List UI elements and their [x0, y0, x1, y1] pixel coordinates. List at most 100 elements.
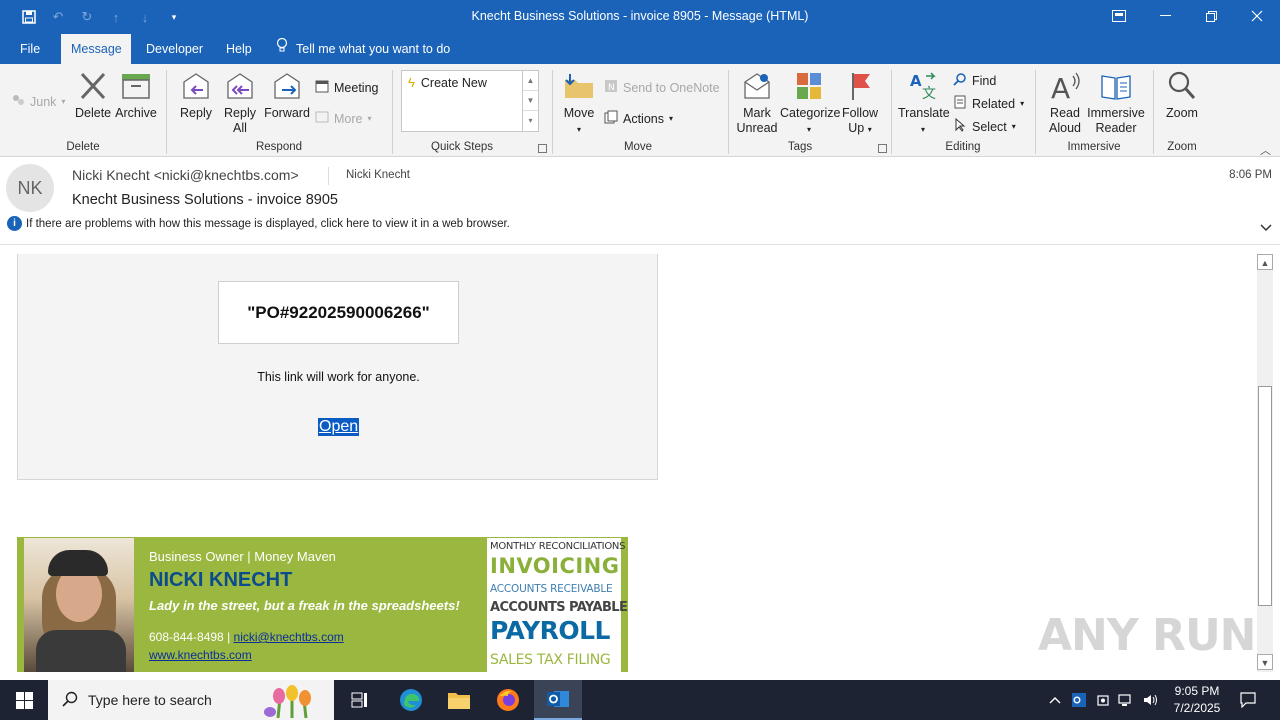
- search-icon: [953, 72, 967, 89]
- reply-all-button[interactable]: Reply All: [220, 70, 260, 136]
- ribbon-tabs: File Message Developer Help Tell me what…: [0, 34, 1280, 64]
- follow-up-button[interactable]: Follow Up ▾: [840, 70, 880, 137]
- more-respond-button[interactable]: More ▾: [315, 110, 372, 127]
- tab-message[interactable]: Message: [61, 34, 131, 64]
- quick-steps-gallery[interactable]: ϟ Create New ▲ ▼ ▾: [401, 70, 539, 132]
- chevron-down-icon[interactable]: [1260, 221, 1272, 235]
- actions-label: Actions: [623, 111, 664, 126]
- title-bar: ↶ ↻ ↑ ↓ ▾ Knecht Business Solutions - in…: [0, 0, 1280, 34]
- window-title: Knecht Business Solutions - invoice 8905…: [471, 9, 809, 23]
- svg-text:A: A: [1051, 72, 1070, 102]
- read-aloud-icon: A: [1051, 72, 1080, 102]
- related-button[interactable]: Related ▾: [953, 95, 1024, 112]
- message-scrollbar[interactable]: ▲ ▼: [1257, 254, 1273, 672]
- svg-text:N: N: [608, 83, 615, 93]
- tab-help[interactable]: Help: [216, 34, 262, 64]
- close-button[interactable]: [1234, 0, 1280, 32]
- file-explorer-icon[interactable]: [435, 680, 483, 720]
- zoom-button[interactable]: Zoom: [1162, 70, 1202, 121]
- group-tags-label: Tags: [787, 141, 813, 153]
- scroll-up-icon[interactable]: ▲: [523, 71, 538, 91]
- open-link[interactable]: Open: [318, 418, 360, 436]
- categorize-button[interactable]: Categorize ▾: [780, 70, 840, 137]
- network-icon[interactable]: [1116, 680, 1136, 720]
- lightning-icon: ϟ: [408, 75, 415, 90]
- system-clock[interactable]: 9:05 PM 7/2/2025: [1164, 683, 1230, 717]
- scrollbar-thumb[interactable]: [1258, 386, 1272, 606]
- send-to-onenote-button[interactable]: N Send to OneNote: [604, 79, 720, 96]
- forward-button[interactable]: Forward: [264, 70, 310, 121]
- firefox-icon[interactable]: [484, 680, 532, 720]
- quick-steps-launcher-icon[interactable]: [538, 144, 547, 153]
- actions-button[interactable]: Actions ▾: [604, 110, 673, 127]
- move-button[interactable]: Move ▾: [560, 70, 598, 137]
- quick-steps-scroll[interactable]: ▲ ▼ ▾: [522, 71, 538, 131]
- tab-developer[interactable]: Developer: [136, 34, 213, 64]
- follow-up-label-2: Up: [848, 121, 865, 135]
- tags-launcher-icon[interactable]: [878, 144, 887, 153]
- outlook-taskbar-icon[interactable]: [534, 680, 582, 720]
- volume-icon[interactable]: [1140, 680, 1160, 720]
- select-label: Select: [972, 119, 1007, 134]
- info-bar[interactable]: i If there are problems with how this me…: [7, 216, 510, 231]
- subject: Knecht Business Solutions - invoice 8905: [72, 192, 338, 208]
- chevron-down-icon: ▾: [669, 114, 674, 123]
- edge-icon[interactable]: [387, 680, 435, 720]
- tab-file[interactable]: File: [10, 34, 50, 64]
- scroll-down-icon[interactable]: ▼: [523, 91, 538, 111]
- calendar-icon: [315, 79, 329, 96]
- reply-all-label-2: All: [233, 121, 247, 135]
- mark-unread-label: Mark: [743, 106, 771, 120]
- flag-icon: [852, 73, 870, 100]
- reply-button[interactable]: Reply: [177, 70, 215, 121]
- service-item: INVOICING: [490, 554, 620, 578]
- group-separator: [1153, 70, 1154, 154]
- archive-button[interactable]: Archive: [115, 70, 157, 121]
- notifications-icon[interactable]: [1236, 680, 1260, 720]
- share-card: "PO#92202590006266" This link will work …: [17, 254, 658, 480]
- meet-now-icon[interactable]: [1093, 680, 1113, 720]
- read-aloud-button[interactable]: A Read Aloud: [1044, 70, 1086, 136]
- message-header: NK Nicki Knecht <nicki@knechtbs.com> Nic…: [0, 157, 1280, 245]
- signature-photo: [24, 538, 134, 672]
- ribbon-display-options-icon[interactable]: [1096, 0, 1142, 32]
- signature-role: Business Owner | Money Maven: [149, 549, 336, 564]
- collapse-ribbon-icon[interactable]: ︿: [1260, 142, 1271, 158]
- delete-button[interactable]: Delete: [75, 70, 111, 121]
- signature-phone: 608-844-8498 |: [149, 630, 234, 644]
- service-item: MONTHLY RECONCILIATIONS: [490, 541, 626, 552]
- restore-button[interactable]: [1188, 0, 1234, 32]
- find-button[interactable]: Find: [953, 72, 996, 89]
- create-new-quick-step[interactable]: ϟ Create New: [408, 75, 487, 90]
- reply-all-label: Reply: [224, 106, 256, 120]
- delete-icon: [80, 72, 106, 100]
- show-hidden-icons-icon[interactable]: [1045, 680, 1065, 720]
- junk-button[interactable]: Junk ▾: [11, 93, 65, 110]
- outlook-tray-icon[interactable]: [1069, 680, 1089, 720]
- categorize-icon: [797, 73, 821, 99]
- service-item: PAYROLL: [490, 616, 610, 645]
- select-button[interactable]: Select ▾: [953, 117, 1016, 135]
- scroll-down-icon[interactable]: ▼: [1257, 654, 1273, 670]
- meeting-button[interactable]: Meeting: [315, 79, 378, 96]
- sender[interactable]: Nicki Knecht <nicki@knechtbs.com>: [72, 167, 299, 183]
- immersive-reader-button[interactable]: Immersive Reader: [1086, 70, 1146, 136]
- scroll-up-icon[interactable]: ▲: [1257, 254, 1273, 270]
- taskbar-search[interactable]: Type here to search: [48, 680, 334, 720]
- task-view-icon[interactable]: [336, 680, 384, 720]
- avatar: NK: [6, 164, 54, 212]
- translate-button[interactable]: A文 Translate ▾: [898, 70, 950, 137]
- signature-website-link[interactable]: www.knechtbs.com: [149, 648, 252, 662]
- group-separator: [728, 70, 729, 154]
- signature-email-link[interactable]: nicki@knechtbs.com: [234, 630, 344, 644]
- start-button[interactable]: [0, 680, 48, 720]
- group-immersive-label: Immersive: [1067, 141, 1121, 153]
- recipient[interactable]: Nicki Knecht: [346, 169, 410, 181]
- immersive-reader-icon: [1101, 75, 1131, 100]
- expand-gallery-icon[interactable]: ▾: [523, 111, 538, 131]
- forward-icon: [274, 73, 300, 99]
- minimize-button[interactable]: [1142, 0, 1188, 32]
- tell-me-search[interactable]: Tell me what you want to do: [276, 34, 450, 64]
- mark-unread-button[interactable]: Mark Unread: [735, 70, 779, 136]
- group-separator: [891, 70, 892, 154]
